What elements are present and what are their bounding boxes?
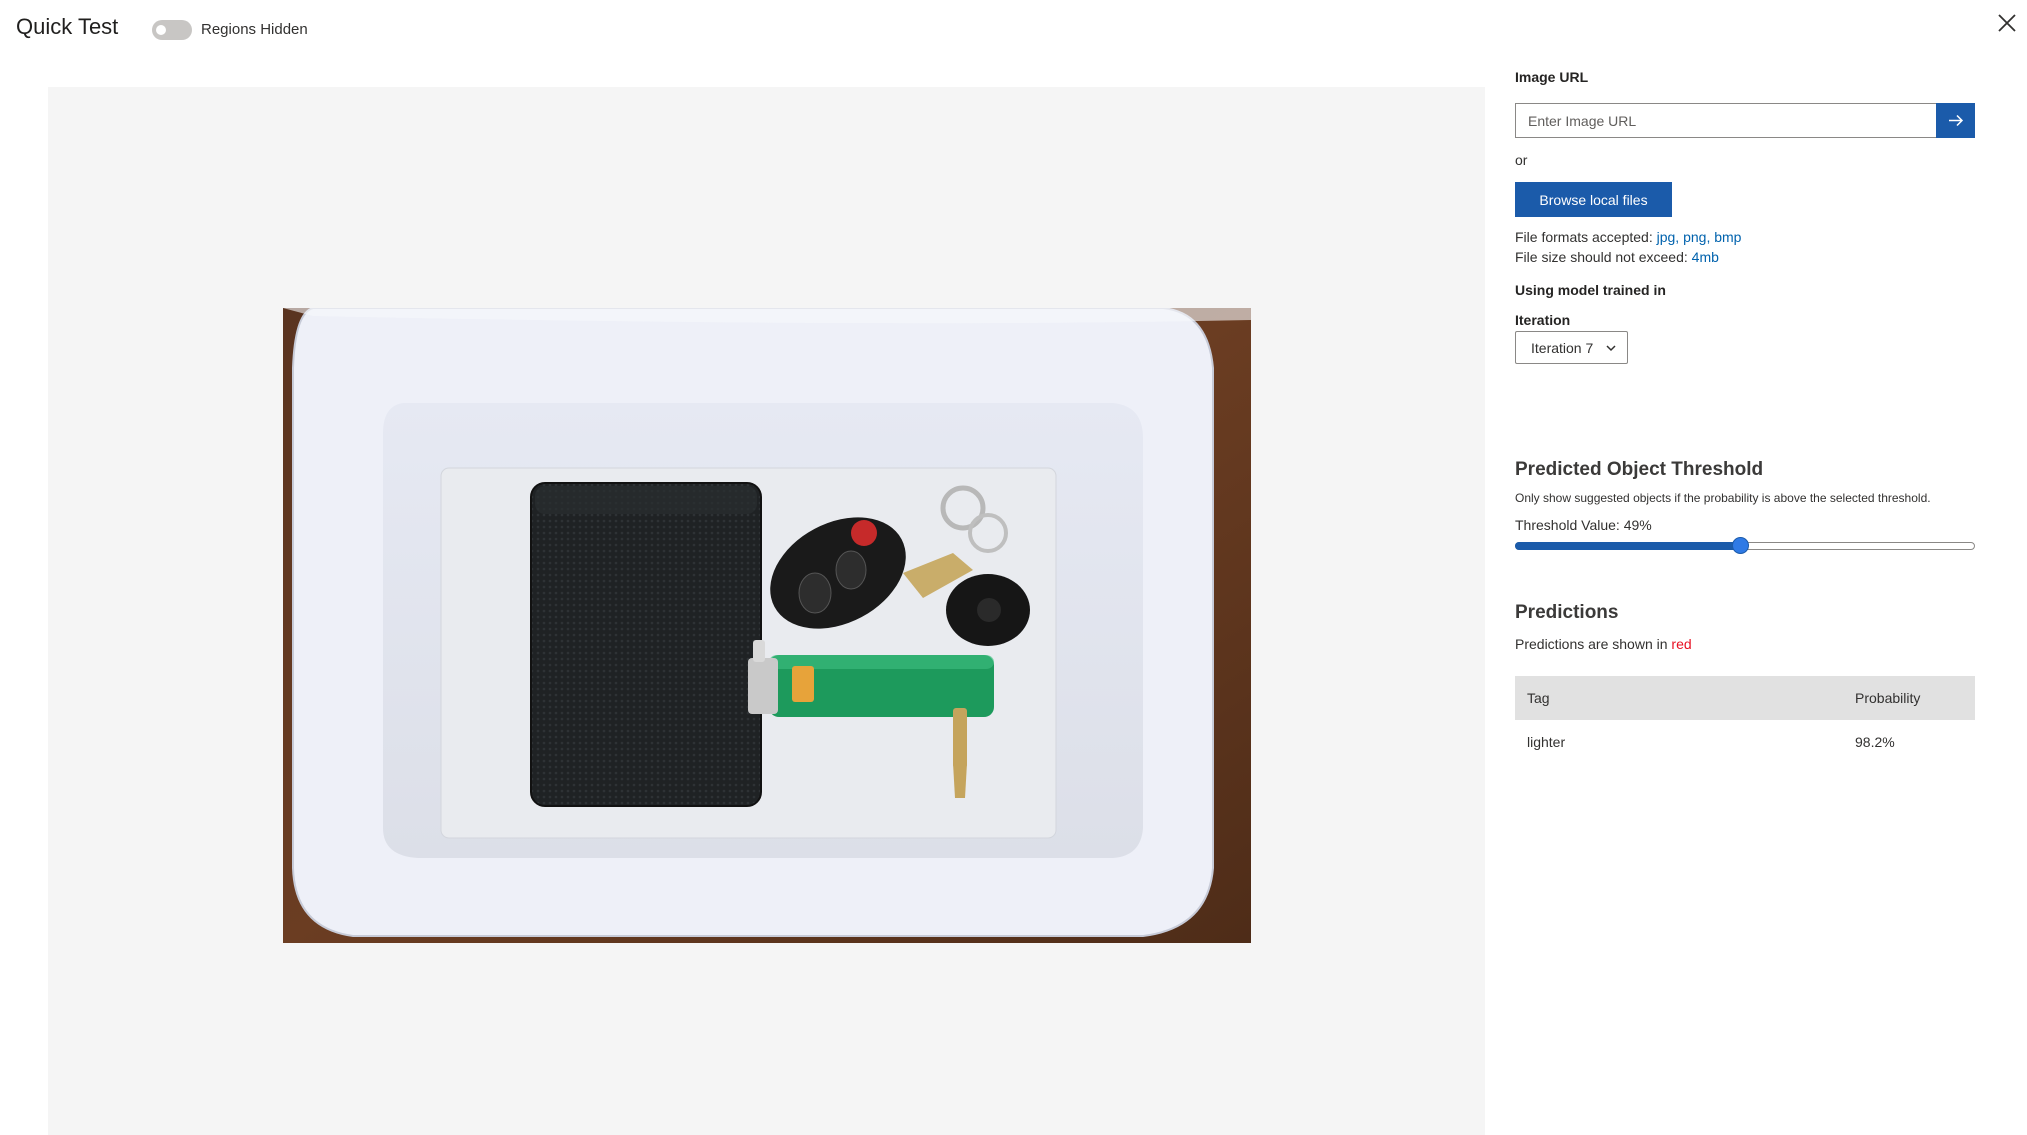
predictions-title: Predictions — [1515, 602, 1619, 623]
header: Quick Test Regions Hidden — [0, 0, 2027, 56]
row-probability: 98.2% — [1855, 734, 1895, 750]
table-header: Tag Probability — [1515, 676, 1975, 720]
threshold-description: Only show suggested objects if the proba… — [1515, 491, 1931, 505]
arrow-right-icon — [1949, 114, 1964, 127]
image-preview-area — [48, 87, 1485, 1135]
file-size-label: File size should not exceed: — [1515, 249, 1692, 265]
model-label: Using model trained in — [1515, 282, 1666, 298]
file-formats-label: File formats accepted: — [1515, 229, 1657, 245]
image-url-label: Image URL — [1515, 69, 1589, 85]
column-header-probability: Probability — [1855, 690, 1921, 706]
regions-toggle[interactable] — [152, 20, 192, 40]
or-text: or — [1515, 152, 1528, 168]
predictions-table: Tag Probability lighter 98.2% — [1515, 676, 1975, 764]
predictions-description: Predictions are shown in red — [1515, 636, 1692, 652]
close-button[interactable] — [1994, 10, 2020, 36]
close-icon — [1998, 14, 2016, 32]
column-header-tag: Tag — [1527, 690, 1550, 706]
threshold-slider[interactable] — [1515, 536, 1975, 556]
image-url-input[interactable] — [1515, 103, 1936, 138]
iteration-label: Iteration — [1515, 312, 1571, 328]
threshold-title: Predicted Object Threshold — [1515, 459, 1764, 480]
browse-local-files-button[interactable]: Browse local files — [1515, 182, 1672, 217]
table-row: lighter 98.2% — [1515, 720, 1975, 764]
predictions-color-word: red — [1671, 636, 1692, 652]
iteration-select[interactable]: Iteration 7 — [1515, 331, 1628, 364]
iteration-selected-value: Iteration 7 — [1531, 339, 1594, 356]
threshold-value-label: Threshold Value: 49% — [1515, 517, 1652, 533]
slider-fill — [1515, 542, 1740, 550]
regions-toggle-label: Regions Hidden — [201, 21, 308, 38]
chevron-down-icon — [1606, 345, 1616, 352]
file-size-text: File size should not exceed: 4mb — [1515, 249, 1719, 265]
test-image — [283, 308, 1251, 943]
row-tag: lighter — [1527, 734, 1566, 750]
toggle-knob — [156, 25, 166, 35]
file-formats-text: File formats accepted: jpg, png, bmp — [1515, 229, 1741, 245]
submit-url-button[interactable] — [1936, 103, 1975, 138]
slider-thumb[interactable] — [1732, 537, 1749, 554]
page-title: Quick Test — [16, 14, 119, 39]
file-formats-value: jpg, png, bmp — [1656, 229, 1742, 245]
predictions-desc-text: Predictions are shown in — [1515, 636, 1672, 652]
file-size-value: 4mb — [1691, 249, 1719, 265]
